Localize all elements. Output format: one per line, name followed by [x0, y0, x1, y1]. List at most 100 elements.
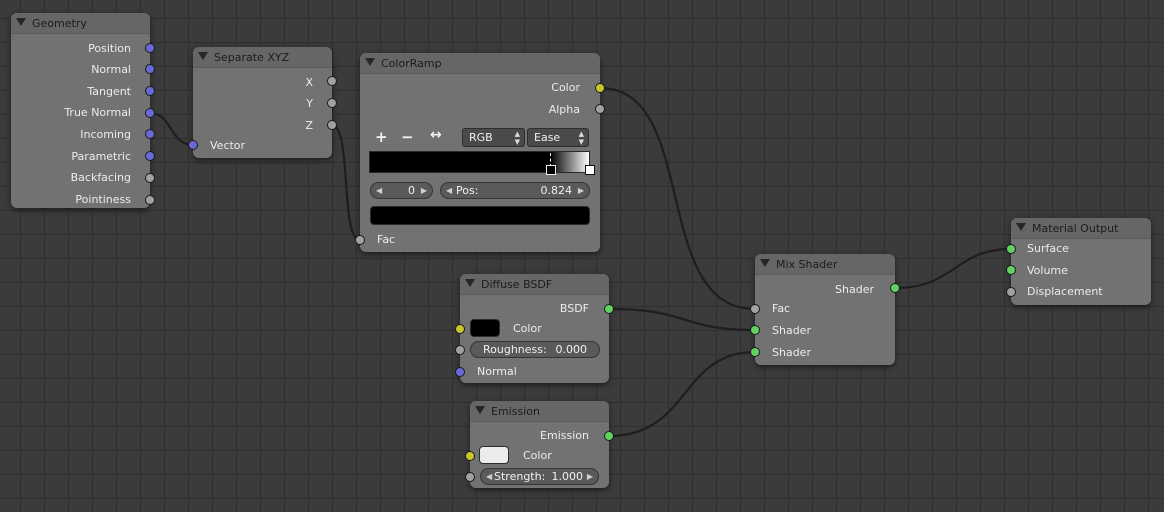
node-title: Emission — [491, 405, 540, 418]
stop-handle-white[interactable] — [585, 165, 595, 175]
socket-volume-in[interactable] — [1006, 265, 1016, 275]
socket-surface-in[interactable] — [1006, 244, 1016, 254]
output-label-alpha: Alpha — [548, 103, 580, 116]
stop-position-field[interactable]: ◀ Pos: 0.824 ▶ — [440, 182, 590, 199]
socket-roughness-in[interactable] — [455, 345, 465, 355]
remove-stop-button[interactable]: − — [401, 128, 414, 146]
socket-fac-in[interactable] — [750, 304, 760, 314]
pos-label: Pos: — [456, 184, 479, 197]
node-title: ColorRamp — [381, 57, 442, 70]
left-arrow-icon[interactable]: ◀ — [376, 183, 382, 198]
roughness-label: Roughness: — [483, 343, 547, 356]
link-truenormal-vector — [149, 111, 194, 147]
updown-arrows-icon: ▲ ▼ — [514, 130, 520, 146]
collapse-triangle-icon[interactable] — [475, 406, 485, 414]
left-arrow-icon[interactable]: ◀ — [446, 183, 452, 198]
node-title: Geometry — [32, 17, 87, 30]
collapse-triangle-icon[interactable] — [1016, 223, 1026, 231]
right-arrow-icon[interactable]: ▶ — [587, 469, 593, 484]
socket-shader-in-2[interactable] — [750, 347, 760, 357]
input-label-shader-2: Shader — [772, 346, 811, 359]
output-label-position: Position — [88, 42, 131, 55]
socket-normal[interactable] — [145, 64, 155, 74]
node-title: Diffuse BSDF — [481, 278, 553, 291]
socket-tangent[interactable] — [145, 86, 155, 96]
left-arrow-icon[interactable]: ◀ — [486, 469, 492, 484]
separate-xyz-node[interactable]: Separate XYZ X Y Z Vector — [188, 47, 337, 158]
socket-backfacing[interactable] — [145, 173, 155, 183]
color-label: Color — [513, 322, 542, 335]
socket-shader-out[interactable] — [890, 283, 900, 293]
right-arrow-icon[interactable]: ▶ — [421, 183, 427, 198]
socket-strength-in[interactable] — [465, 472, 475, 482]
input-label-vector: Vector — [210, 139, 246, 152]
socket-incoming[interactable] — [145, 129, 155, 139]
node-title: Mix Shader — [776, 258, 838, 271]
stop-index-field[interactable]: ◀ 0 ▶ — [370, 182, 433, 199]
color-swatch[interactable] — [470, 319, 500, 337]
color-ramp-node[interactable]: ColorRamp Color Alpha + − ↔ RGB ▲ ▼ Ease … — [355, 53, 605, 252]
collapse-triangle-icon[interactable] — [760, 259, 770, 267]
socket-true-normal[interactable] — [145, 108, 155, 118]
interpolation-dropdown[interactable]: Ease ▲ ▼ — [527, 128, 589, 147]
output-label-normal: Normal — [91, 63, 131, 76]
socket-vector[interactable] — [188, 140, 198, 150]
diffuse-bsdf-node[interactable]: Diffuse BSDF BSDF Color Roughness: 0.000… — [455, 274, 614, 383]
node-header[interactable]: Geometry — [11, 13, 150, 34]
output-label-emission: Emission — [540, 429, 589, 442]
socket-color-in[interactable] — [465, 451, 475, 461]
socket-y[interactable] — [327, 98, 337, 108]
socket-x[interactable] — [327, 76, 337, 86]
socket-color-in[interactable] — [455, 324, 465, 334]
link-emission-shader — [608, 350, 756, 438]
input-label-fac: Fac — [377, 233, 396, 246]
socket-color-out[interactable] — [595, 83, 605, 93]
add-stop-button[interactable]: + — [375, 128, 388, 146]
output-label-z: Z — [305, 119, 313, 132]
socket-position[interactable] — [145, 43, 155, 53]
pos-value: 0.824 — [540, 184, 573, 197]
output-label-y: Y — [306, 97, 313, 110]
socket-emission-out[interactable] — [604, 431, 614, 441]
right-arrow-icon[interactable]: ▶ — [578, 183, 584, 198]
socket-bsdf-out[interactable] — [604, 304, 614, 314]
strength-field[interactable]: ◀ Strength: 1.000 ▶ — [480, 468, 599, 485]
socket-parametric[interactable] — [145, 151, 155, 161]
output-label-backfacing: Backfacing — [70, 171, 131, 184]
geometry-node[interactable]: Geometry Position Normal Tangent True No… — [11, 13, 155, 208]
output-label-shader: Shader — [835, 283, 874, 296]
collapse-triangle-icon[interactable] — [465, 279, 475, 287]
node-header[interactable]: Emission — [470, 401, 609, 422]
mix-shader-node[interactable]: Mix Shader Shader Fac Shader Shader — [750, 254, 900, 365]
collapse-triangle-icon[interactable] — [365, 58, 375, 66]
material-output-node[interactable]: Material Output Surface Volume Displacem… — [1006, 218, 1151, 305]
color-ramp-gradient[interactable] — [369, 151, 590, 173]
node-header[interactable]: Diffuse BSDF — [460, 274, 609, 295]
input-label-volume: Volume — [1027, 264, 1068, 277]
link-bsdf-shader — [608, 307, 756, 332]
node-header[interactable]: Mix Shader — [755, 254, 895, 275]
flip-ramp-button[interactable]: ↔ — [430, 127, 442, 143]
node-header[interactable]: Material Output — [1011, 218, 1151, 239]
updown-arrows-icon: ▲ ▼ — [578, 130, 584, 146]
socket-normal-in[interactable] — [455, 367, 465, 377]
emission-node[interactable]: Emission Emission Color ◀ Strength: 1.00… — [465, 401, 614, 488]
socket-shader-in-1[interactable] — [750, 325, 760, 335]
color-mode-dropdown[interactable]: RGB ▲ ▼ — [462, 128, 525, 147]
socket-displacement-in[interactable] — [1006, 287, 1016, 297]
color-swatch[interactable] — [479, 446, 509, 464]
socket-pointiness[interactable] — [145, 195, 155, 205]
stop-handle-black[interactable] — [546, 165, 556, 175]
collapse-triangle-icon[interactable] — [16, 18, 26, 26]
socket-fac-in[interactable] — [355, 235, 365, 245]
output-label-true-normal: True Normal — [64, 106, 131, 119]
socket-z[interactable] — [327, 120, 337, 130]
node-title: Material Output — [1032, 222, 1119, 235]
socket-alpha-out[interactable] — [595, 104, 605, 114]
active-stop-color[interactable] — [370, 206, 590, 225]
node-header[interactable]: ColorRamp — [360, 53, 600, 74]
collapse-triangle-icon[interactable] — [198, 52, 208, 60]
node-header[interactable]: Separate XYZ — [193, 47, 332, 68]
roughness-value: 0.000 — [555, 343, 588, 356]
roughness-field[interactable]: Roughness: 0.000 — [470, 341, 600, 358]
